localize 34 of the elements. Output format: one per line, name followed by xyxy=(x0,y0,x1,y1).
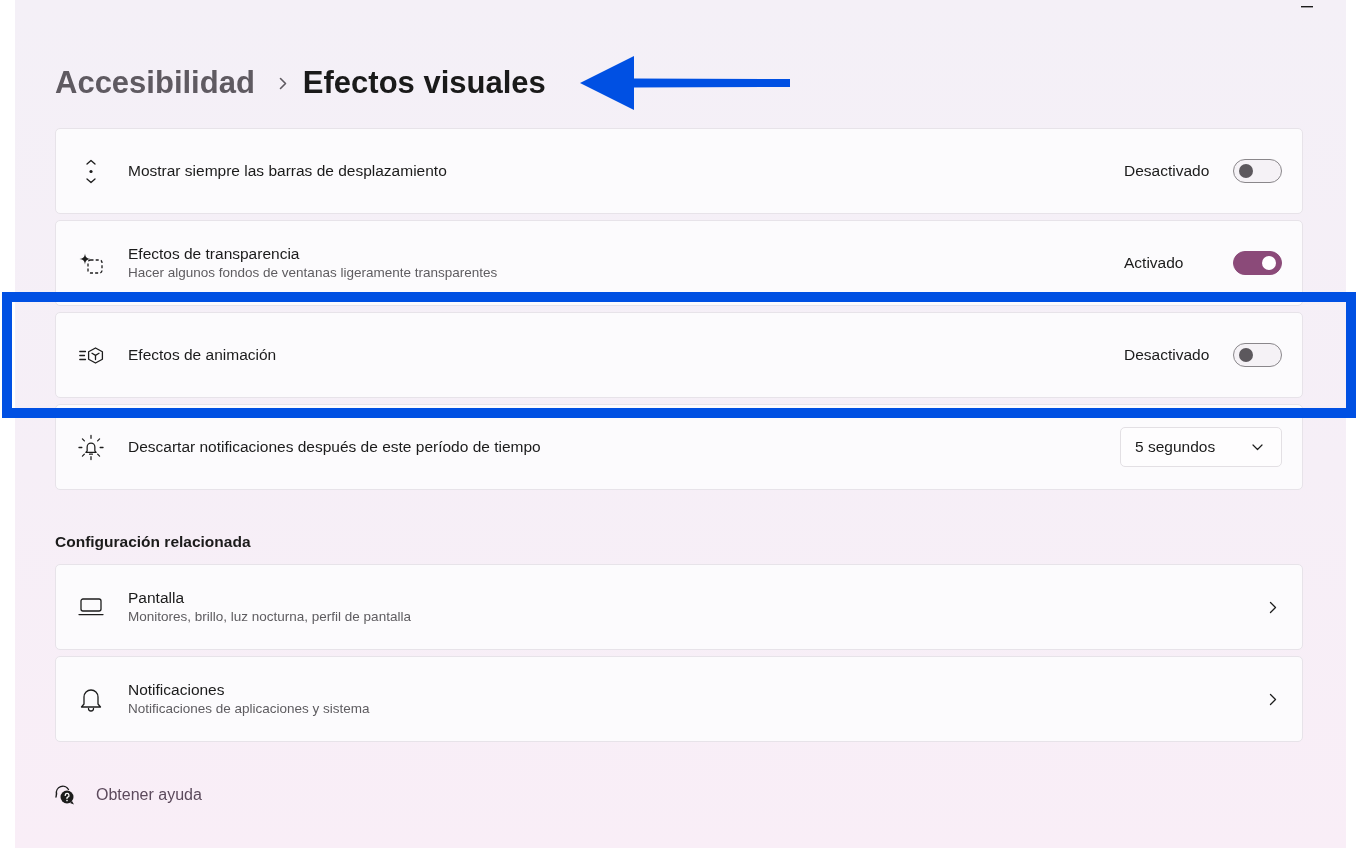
chevron-right-icon xyxy=(278,76,287,90)
setting-title: Mostrar siempre las barras de desplazamiento xyxy=(128,161,448,181)
sparkle-dashed-square-icon xyxy=(79,252,103,274)
toggle-state-label: Desactivado xyxy=(1124,345,1211,366)
toggle-state-label: Desactivado xyxy=(1124,161,1211,182)
page-title: Efectos visuales xyxy=(302,63,546,102)
dropdown[interactable]: 5 segundos xyxy=(1120,427,1282,467)
chevron-down-icon xyxy=(1252,443,1263,451)
setting-title: Efectos de animación xyxy=(128,345,278,365)
setting-title: Pantalla xyxy=(128,588,185,608)
chevron-right-icon xyxy=(1269,692,1277,706)
lines-cube-icon xyxy=(78,346,104,364)
setting-title: Efectos de transparencia xyxy=(128,244,301,264)
settings-link-card[interactable]: Notificaciones Notificaciones de aplicaciones y sistema xyxy=(55,656,1303,742)
toggle-switch[interactable] xyxy=(1233,251,1282,275)
setting-description: Hacer algunos fondos de ventanas ligeramente transparentes xyxy=(128,264,499,282)
setting-description: Notificaciones de aplicaciones y sistema xyxy=(128,700,371,718)
scroll-arrows-icon xyxy=(85,158,97,184)
setting-title: Notificaciones xyxy=(128,680,226,700)
chevron-right-icon xyxy=(1269,600,1277,614)
settings-link-card[interactable]: Pantalla Monitores, brillo, luz nocturna, perfil de pantalla xyxy=(55,564,1303,650)
breadcrumb-link[interactable]: Accesibilidad xyxy=(55,59,255,107)
section-heading: Configuración relacionada xyxy=(55,532,252,552)
laptop-icon xyxy=(78,598,104,616)
help-link[interactable]: Obtener ayuda xyxy=(96,783,202,807)
bell-rays-icon xyxy=(78,433,104,461)
setting-title: Descartar notificaciones después de este período de tiempo xyxy=(128,437,542,457)
toggle-switch[interactable] xyxy=(1233,343,1282,367)
toggle-state-label: Activado xyxy=(1124,253,1185,274)
minimize-icon xyxy=(1301,6,1313,8)
help-chat-icon xyxy=(55,785,75,805)
setting-description: Monitores, brillo, luz nocturna, perfil de pantalla xyxy=(128,608,412,626)
bell-icon xyxy=(80,686,102,712)
toggle-switch[interactable] xyxy=(1233,159,1282,183)
